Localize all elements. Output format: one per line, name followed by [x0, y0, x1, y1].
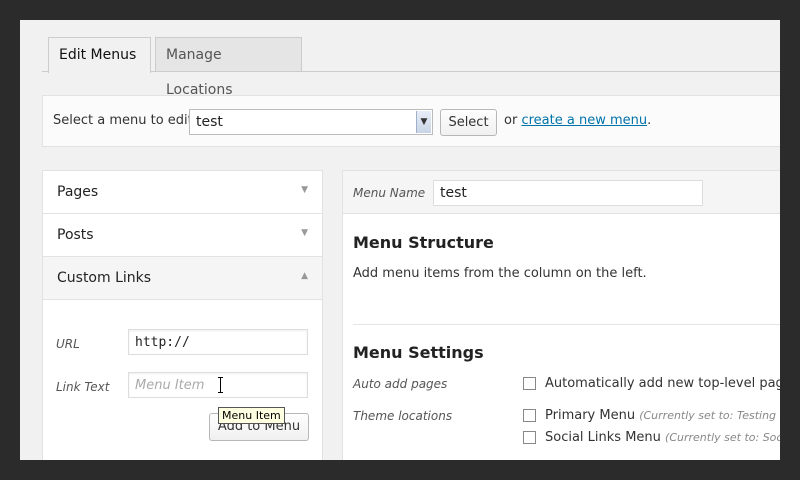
accordion-posts-title: Posts: [57, 227, 94, 243]
social-links-menu-label: Social Links Menu: [545, 430, 661, 445]
accordion-custom-links[interactable]: Custom Links ▲: [43, 257, 322, 300]
accordion-posts[interactable]: Posts ▼: [43, 214, 322, 257]
auto-add-pages-checkbox[interactable]: [523, 377, 536, 390]
accordion-custom-links-title: Custom Links: [57, 270, 152, 286]
create-menu-text: or create a new menu.: [504, 113, 651, 128]
add-items-accordion: Pages ▼ Posts ▼ Custom Links ▲ URL http:…: [42, 170, 323, 460]
menu-select-value: test: [196, 114, 223, 130]
link-text-label: Link Text: [56, 380, 110, 394]
tab-edit-menus[interactable]: Edit Menus: [48, 37, 151, 73]
menu-name-value: test: [440, 185, 467, 201]
period-text: .: [647, 113, 652, 128]
link-text-placeholder: Menu Item: [135, 378, 205, 393]
menu-structure-hint: Add menu items from the column on the le…: [353, 266, 647, 281]
select-button[interactable]: Select: [440, 109, 497, 136]
menu-structure-heading: Menu Structure: [353, 233, 494, 252]
accordion-pages-title: Pages: [57, 184, 99, 200]
caret-down-icon: ▼: [301, 228, 308, 238]
tooltip: Menu Item: [218, 407, 285, 424]
wp-admin-screen: Edit Menus Manage Locations Select a men…: [20, 20, 780, 460]
select-menu-bar: Select a menu to edit: test ▼ Select or …: [42, 95, 780, 147]
url-input-value: http://: [135, 335, 190, 350]
primary-menu-note: (Currently set to: Testing Me: [639, 409, 780, 422]
primary-menu-option: Primary Menu (Currently set to: Testing …: [545, 408, 780, 423]
social-links-menu-option: Social Links Menu (Currently set to: Soc…: [545, 430, 780, 445]
or-text: or: [504, 113, 518, 128]
auto-add-pages-text: Automatically add new top-level pages to: [545, 376, 780, 391]
tab-divider: [42, 71, 780, 72]
text-cursor-icon: [218, 377, 224, 393]
select-menu-label: Select a menu to edit:: [53, 113, 198, 128]
nav-tabs: Edit Menus Manage Locations: [20, 20, 780, 98]
custom-links-panel: URL http:// Link Text Menu Item Add to M…: [43, 300, 322, 460]
url-label: URL: [56, 337, 80, 351]
caret-down-icon: ▼: [301, 185, 308, 195]
menu-edit-panel: Menu Name test Menu Structure Add menu i…: [342, 170, 780, 460]
link-text-input[interactable]: Menu Item: [128, 372, 308, 398]
menu-name-label: Menu Name: [353, 186, 426, 200]
primary-menu-checkbox[interactable]: [523, 409, 536, 422]
social-links-menu-note: (Currently set to: Social M: [665, 431, 780, 444]
url-input[interactable]: http://: [128, 329, 308, 355]
primary-menu-label: Primary Menu: [545, 408, 636, 423]
auto-add-pages-label: Auto add pages: [353, 377, 448, 391]
tab-manage-locations[interactable]: Manage Locations: [155, 37, 302, 98]
theme-locations-label: Theme locations: [353, 409, 453, 423]
social-links-menu-checkbox[interactable]: [523, 431, 536, 444]
menu-settings-heading: Menu Settings: [353, 343, 484, 362]
menu-select-dropdown[interactable]: test ▼: [189, 109, 433, 135]
create-new-menu-link[interactable]: create a new menu: [521, 113, 647, 128]
chevron-down-icon[interactable]: ▼: [416, 111, 431, 133]
section-divider: [353, 324, 780, 325]
accordion-pages[interactable]: Pages ▼: [43, 171, 322, 214]
caret-up-icon: ▲: [301, 271, 308, 281]
menu-name-input[interactable]: test: [433, 180, 703, 206]
menu-name-bar: Menu Name test: [343, 171, 780, 214]
